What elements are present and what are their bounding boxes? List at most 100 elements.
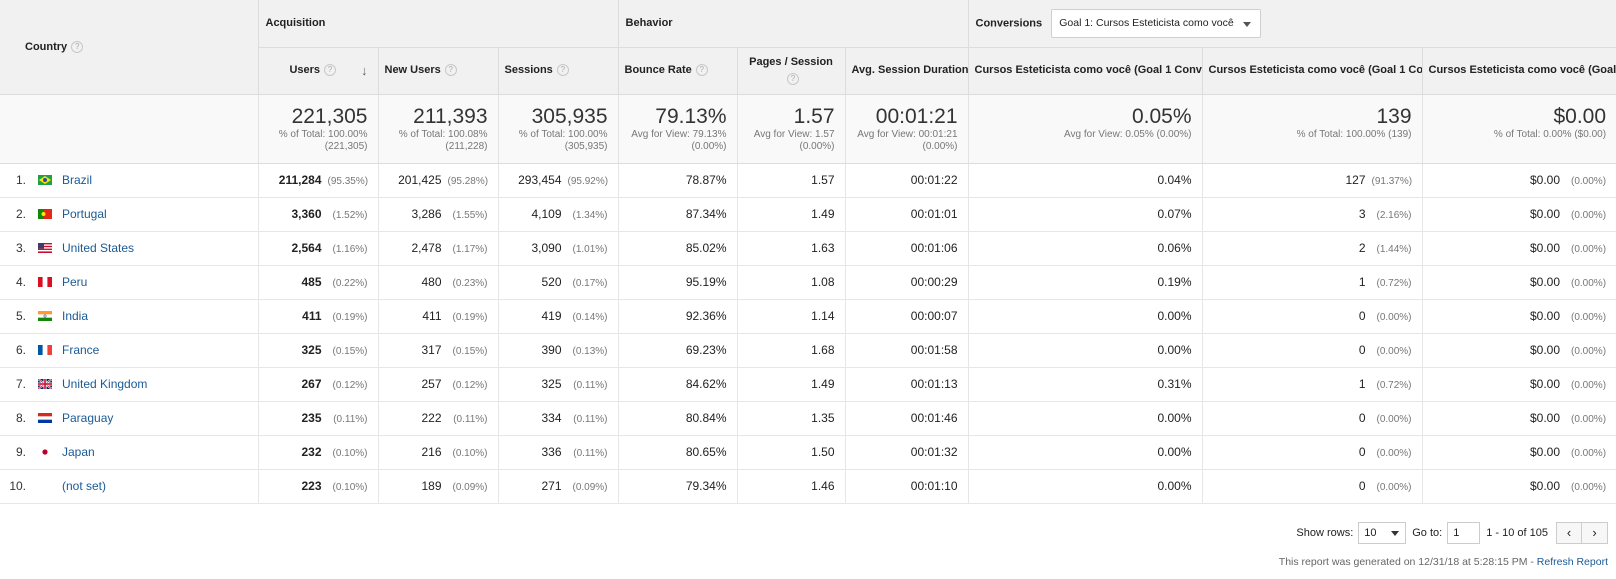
country-link[interactable]: Portugal (62, 207, 107, 221)
country-cell: 8. Paraguay (0, 401, 258, 436)
new-users-cell: 2,478 (1.17%) (377, 231, 498, 266)
avg-duration-cell: 00:01:10 (844, 469, 969, 504)
goal-value-cell: $0.00 (0.00%) (1421, 469, 1616, 504)
row-index: 8. (15, 411, 26, 425)
help-icon[interactable]: ? (71, 40, 84, 53)
pages-session-cell: 1.46 (736, 469, 846, 504)
country-cell: 9. Japan (0, 435, 258, 470)
completions-cell: 0 (0.00%) (1201, 469, 1423, 504)
country-cell: 7. United Kingdom (0, 367, 258, 402)
bounce-rate-cell: 87.34% (617, 197, 738, 232)
show-rows-select[interactable]: 10 (1358, 522, 1407, 544)
bounce-rate-cell: 85.02% (617, 231, 738, 266)
users-cell: 223 (0.10%) (257, 469, 378, 504)
help-icon[interactable]: ? (324, 64, 337, 76)
row-index: 9. (15, 445, 26, 459)
completions-header[interactable]: Cursos Esteticista como você (Goal 1 Com… (1201, 47, 1423, 94)
goal-value-header[interactable]: Cursos Esteticista como você (Goal 1 Val… (1421, 47, 1616, 94)
goal-value-cell: $0.00 (0.00%) (1421, 299, 1616, 334)
country-header[interactable]: Country? (0, 0, 258, 94)
totals-row: 221,305% of Total: 100.00% (221,305) 211… (0, 93, 1616, 164)
goto-input[interactable]: 1 (1447, 522, 1481, 544)
country-link[interactable]: United Kingdom (62, 377, 147, 391)
avg-duration-cell: 00:01:22 (844, 163, 969, 198)
new-users-cell: 216 (0.10%) (377, 435, 498, 470)
avg-duration-cell: 00:01:13 (844, 367, 969, 402)
completions-cell: 3 (2.16%) (1201, 197, 1423, 232)
users-header[interactable]: Users? ↓ (257, 47, 378, 94)
conversion-rate-cell: 0.19% (967, 265, 1203, 300)
gb-flag-icon (38, 379, 52, 389)
report-table: Country? Acquisition Behavior Conversion… (0, 0, 1616, 504)
pe-flag-icon (38, 277, 52, 287)
total-avg-duration: 00:01:21 Avg for View: 00:01:21 (0.00%) (844, 93, 969, 164)
bounce-rate-cell: 69.23% (617, 333, 738, 368)
sessions-cell: 293,454 (95.92%) (497, 163, 619, 198)
table-row: 8. Paraguay 235 (0.11%) 222 (0.11%) 334 (0.1… (0, 401, 1616, 436)
country-link[interactable]: Japan (62, 445, 95, 459)
prev-page-button[interactable]: ‹ (1556, 522, 1582, 544)
new-users-header[interactable]: New Users? (377, 47, 498, 94)
users-cell: 2,564 (1.16%) (257, 231, 378, 266)
pages-session-cell: 1.63 (736, 231, 846, 266)
row-index: 3. (15, 241, 26, 255)
conversion-rate-cell: 0.31% (967, 367, 1203, 402)
bounce-rate-header[interactable]: Bounce Rate? (617, 47, 738, 94)
country-cell: 2. Portugal (0, 197, 258, 232)
goal-value-cell: $0.00 (0.00%) (1421, 231, 1616, 266)
acquisition-group-header: Acquisition (257, 0, 619, 48)
country-cell: 5. India (0, 299, 258, 334)
new-users-cell: 257 (0.12%) (377, 367, 498, 402)
next-page-button[interactable]: › (1582, 522, 1608, 544)
country-cell: 1. Brazil (0, 163, 258, 198)
table-row: 10. (not set) 223 (0.10%) 189 (0.09%) 271 (0… (0, 469, 1616, 504)
pages-session-header[interactable]: Pages / Session? (736, 47, 846, 94)
country-link[interactable]: France (62, 343, 99, 357)
bounce-rate-cell: 95.19% (617, 265, 738, 300)
total-conversion-rate: 0.05% Avg for View: 0.05% (0.00%) (967, 93, 1203, 164)
users-cell: 235 (0.11%) (257, 401, 378, 436)
sessions-cell: 336 (0.11%) (497, 435, 619, 470)
sessions-cell: 419 (0.14%) (497, 299, 619, 334)
sessions-header[interactable]: Sessions? (497, 47, 619, 94)
completions-cell: 0 (0.00%) (1201, 299, 1423, 334)
users-cell: 411 (0.19%) (257, 299, 378, 334)
help-icon[interactable]: ? (556, 64, 569, 76)
country-link[interactable]: (not set) (62, 479, 106, 493)
completions-cell: 0 (0.00%) (1201, 401, 1423, 436)
sessions-cell: 520 (0.17%) (497, 265, 619, 300)
goal-select[interactable]: Goal 1: Cursos Esteticista como você (1051, 8, 1261, 38)
users-cell: 232 (0.10%) (257, 435, 378, 470)
conversion-rate-cell: 0.00% (967, 469, 1203, 504)
help-icon[interactable]: ? (787, 72, 800, 85)
pages-session-cell: 1.14 (736, 299, 846, 334)
country-link[interactable]: India (62, 309, 88, 323)
users-cell: 3,360 (1.52%) (257, 197, 378, 232)
help-icon[interactable]: ? (695, 64, 708, 76)
show-rows-label: Show rows: (1296, 527, 1354, 539)
help-icon[interactable]: ? (444, 64, 457, 76)
caret-down-icon (1391, 531, 1400, 536)
country-link[interactable]: Brazil (62, 173, 92, 187)
row-index: 6. (15, 343, 26, 357)
bounce-rate-cell: 80.65% (617, 435, 738, 470)
pages-session-cell: 1.68 (736, 333, 846, 368)
row-index: 10. (9, 479, 26, 493)
country-link[interactable]: United States (62, 241, 134, 255)
new-users-cell: 480 (0.23%) (377, 265, 498, 300)
pages-session-cell: 1.08 (736, 265, 846, 300)
sort-descending-icon[interactable]: ↓ (361, 62, 368, 79)
total-sessions: 305,935% of Total: 100.00% (305,935) (497, 93, 619, 164)
pages-session-cell: 1.35 (736, 401, 846, 436)
sessions-cell: 3,090 (1.01%) (497, 231, 619, 266)
behavior-group-header: Behavior (617, 0, 969, 48)
country-link[interactable]: Paraguay (62, 411, 113, 425)
refresh-report-link[interactable]: Refresh Report (1537, 556, 1608, 568)
br-flag-icon (38, 175, 52, 185)
country-link[interactable]: Peru (62, 275, 87, 289)
avg-duration-header[interactable]: Avg. Session Duration? (844, 47, 969, 94)
row-index: 2. (15, 207, 26, 221)
pages-session-cell: 1.49 (736, 367, 846, 402)
conversion-rate-header[interactable]: Cursos Esteticista como você (Goal 1 Con… (967, 47, 1203, 94)
completions-cell: 0 (0.00%) (1201, 333, 1423, 368)
